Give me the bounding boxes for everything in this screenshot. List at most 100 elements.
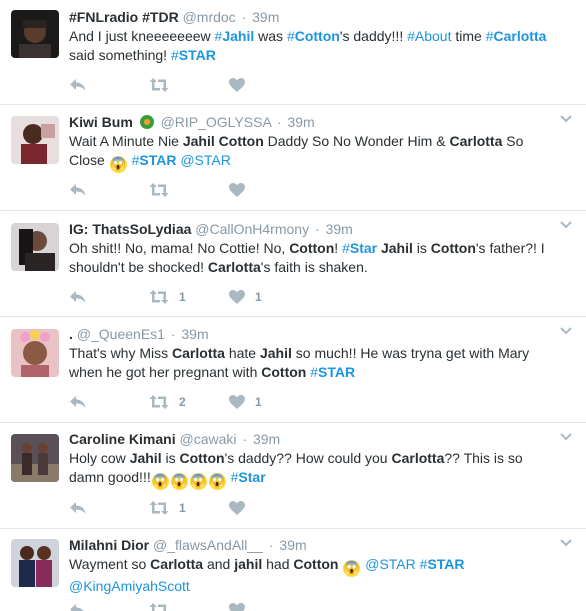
timestamp[interactable]: 39m [326, 221, 353, 237]
avatar[interactable] [11, 434, 59, 482]
retweet-button[interactable] [149, 603, 229, 611]
retweet-button[interactable]: 2 [149, 395, 229, 409]
timestamp[interactable]: 39m [252, 9, 279, 25]
chevron-down-icon[interactable] [558, 429, 574, 445]
hashtag-link[interactable]: @STAR [176, 152, 231, 168]
hashtag-link[interactable]: # [171, 47, 179, 63]
tweet-text-segment: Jahil [380, 240, 413, 256]
avatar[interactable] [11, 223, 59, 271]
avatar[interactable] [11, 116, 59, 164]
hashtag-link[interactable]: STAR [318, 364, 355, 380]
like-button[interactable] [229, 183, 309, 197]
chevron-down-icon[interactable] [558, 535, 574, 551]
chevron-down-icon[interactable] [558, 217, 574, 233]
retweet-button[interactable] [149, 78, 229, 92]
hashtag-link[interactable]: # [310, 364, 318, 380]
tweet-text-segment: Carlotta [150, 556, 204, 572]
tweet-text-segment: Wayment so [69, 556, 151, 572]
like-button[interactable] [229, 501, 309, 515]
tweet: Milahni Dior @_flawsAndAll__ · 39m Wayme… [0, 529, 586, 611]
hashtag-link[interactable]: @KingAmiyahScott [69, 578, 190, 594]
display-name[interactable]: . [69, 326, 73, 342]
tweet-text-segment: 's daddy!!! [339, 28, 408, 44]
timestamp[interactable]: 39m [279, 537, 306, 553]
reply-button[interactable] [69, 183, 149, 197]
avatar[interactable] [11, 539, 59, 587]
tweet-text: And I just kneeeeeeew #Jahil was #Cotton… [69, 27, 559, 64]
retweet-button[interactable]: 1 [149, 290, 229, 304]
user-handle[interactable]: @cawaki [179, 431, 236, 447]
separator-dot: · [170, 326, 176, 342]
tweet: Kiwi Bum @RIP_OGLYSSA · 39m Wait A Minut… [0, 105, 586, 211]
tweet-header: Kiwi Bum @RIP_OGLYSSA · 39m [69, 113, 558, 131]
tweet-header: Caroline Kimani @cawaki · 39m [69, 430, 558, 448]
hashtag-link[interactable]: # [342, 240, 350, 256]
display-name[interactable]: IG: ThatsSoLydiaa [69, 221, 191, 237]
reply-icon [69, 183, 87, 197]
like-button[interactable] [229, 78, 309, 92]
display-name[interactable]: #FNLradio #TDR [69, 9, 179, 25]
hashtag-link[interactable]: #About [407, 28, 451, 44]
hashtag-link[interactable]: # [486, 28, 494, 44]
reply-button[interactable] [69, 395, 149, 409]
hashtag-link[interactable]: Star [350, 240, 377, 256]
hashtag-link[interactable]: @STAR [361, 556, 419, 572]
like-button[interactable]: 1 [229, 290, 309, 304]
timestamp[interactable]: 39m [287, 114, 314, 130]
retweet-button[interactable]: 1 [149, 501, 229, 515]
hashtag-link[interactable]: Cotton [295, 28, 340, 44]
hashtag-link[interactable]: STAR [139, 152, 176, 168]
like-count: 1 [255, 290, 262, 304]
like-button[interactable] [229, 603, 309, 611]
hashtag-link[interactable]: Star [238, 469, 265, 485]
reply-icon [69, 395, 87, 409]
tweet-text-segment: jahil [234, 556, 263, 572]
tweet-text-segment: Cotton [293, 556, 339, 572]
tweet-text-segment: Wait A Minute Nie [69, 133, 183, 149]
tweet-text-segment: hate [224, 345, 260, 361]
tweet-text-segment: Jahil [129, 450, 162, 466]
user-handle[interactable]: @RIP_OGLYSSA [161, 114, 271, 130]
tweet-text-segment: had [262, 556, 294, 572]
hashtag-link[interactable]: Jahil [222, 28, 254, 44]
hashtag-link[interactable]: STAR [179, 47, 216, 63]
reply-button[interactable] [69, 78, 149, 92]
retweet-count: 2 [179, 395, 186, 409]
tweet: Caroline Kimani @cawaki · 39m Holy cow J… [0, 423, 586, 529]
retweet-icon [149, 78, 169, 92]
user-handle[interactable]: @_flawsAndAll__ [153, 537, 263, 553]
tweet-text-segment: Cotton [179, 450, 225, 466]
tweet-text-segment: ! [334, 240, 343, 256]
tweet-text-segment: Jahil [259, 345, 292, 361]
reply-button[interactable] [69, 501, 149, 515]
user-handle[interactable]: @CallOnH4rmony [195, 221, 309, 237]
reply-button[interactable] [69, 603, 149, 611]
chevron-down-icon[interactable] [558, 111, 574, 127]
reply-button[interactable] [69, 290, 149, 304]
retweet-count: 1 [179, 501, 186, 515]
avatar[interactable] [11, 10, 59, 58]
display-name[interactable]: Milahni Dior [69, 537, 149, 553]
timestamp[interactable]: 39m [181, 326, 208, 342]
tweet-text-segment: Daddy So No Wonder Him & [263, 133, 450, 149]
tweet-text-segment: And I just kneeeeeeew [69, 28, 215, 44]
tweet-actions: 2 1 [69, 393, 309, 411]
hashtag-link[interactable]: # [287, 28, 295, 44]
timestamp[interactable]: 39m [253, 431, 280, 447]
display-name[interactable]: Kiwi Bum [69, 114, 133, 130]
tweet-text-segment: Cotton [289, 240, 335, 256]
retweet-button[interactable] [149, 183, 229, 197]
chevron-down-icon[interactable] [558, 323, 574, 339]
display-name[interactable]: Caroline Kimani [69, 431, 176, 447]
reply-icon [69, 78, 87, 92]
user-handle[interactable]: @_QueenEs1 [77, 326, 165, 342]
avatar[interactable] [11, 329, 59, 377]
tweet-header: #FNLradio #TDR @mrdoc · 39m [69, 8, 558, 26]
tweet-text-segment: Carlotta [449, 133, 503, 149]
user-handle[interactable]: @mrdoc [183, 9, 236, 25]
hashtag-link[interactable]: Carlotta [494, 28, 547, 44]
tweet-actions [69, 601, 309, 611]
hashtag-link[interactable]: STAR [427, 556, 464, 572]
like-button[interactable]: 1 [229, 395, 309, 409]
heart-icon [229, 603, 245, 611]
